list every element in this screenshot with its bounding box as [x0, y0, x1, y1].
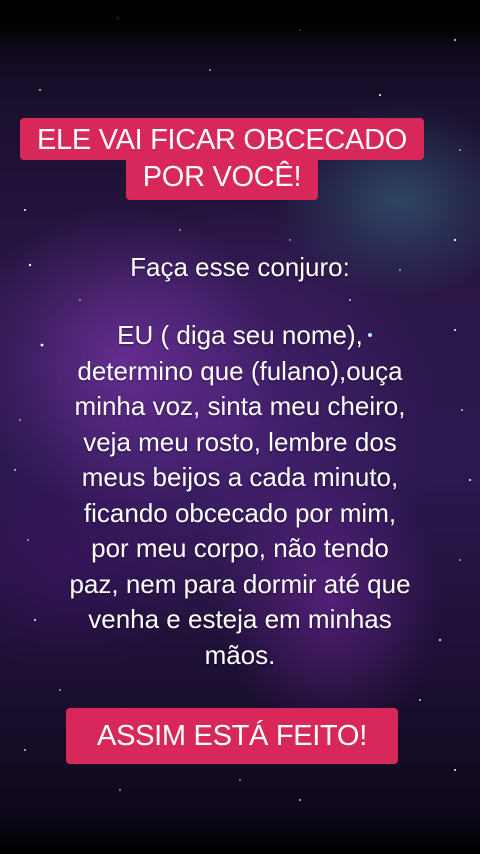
spell-line: mãos. — [204, 639, 276, 670]
spell-line: meus beijos a cada minuto, — [81, 462, 399, 492]
spell-line: minha voz, sinta meu cheiro, — [74, 391, 406, 421]
spell-line: por meu corpo, não tendo — [91, 533, 389, 563]
top-shade — [0, 0, 480, 48]
spell-line: EU ( diga seu nome), — [117, 320, 363, 350]
intro-text: Faça esse conjuro: — [130, 252, 350, 282]
title-line-2-wrap: POR VOCÊ! — [126, 156, 318, 200]
spell-line: determino que (fulano),ouça — [77, 355, 403, 386]
bottom-shade — [0, 814, 480, 854]
spell-text: EU ( diga seu nome), determino que (fula… — [0, 318, 480, 673]
spell-line: ficando obcecado por mim, — [83, 497, 397, 528]
title-label: ELE VAI FICAR OBCECADO — [20, 118, 424, 160]
footer-label: ASSIM ESTÁ FEITO! — [66, 708, 398, 764]
title-line-1: ELE VAI FICAR OBCECADO — [37, 124, 407, 156]
galaxy-background: ELE VAI FICAR OBCECADO POR VOCÊ! Faça es… — [0, 0, 480, 854]
spell-line: paz, nem para dormir até que — [69, 568, 411, 599]
footer-text: ASSIM ESTÁ FEITO! — [97, 720, 367, 752]
spell-line: venha e esteja em minhas — [88, 604, 392, 634]
title-line-2: POR VOCÊ! — [142, 161, 302, 193]
spell-line: veja meu rosto, lembre dos — [83, 426, 397, 457]
